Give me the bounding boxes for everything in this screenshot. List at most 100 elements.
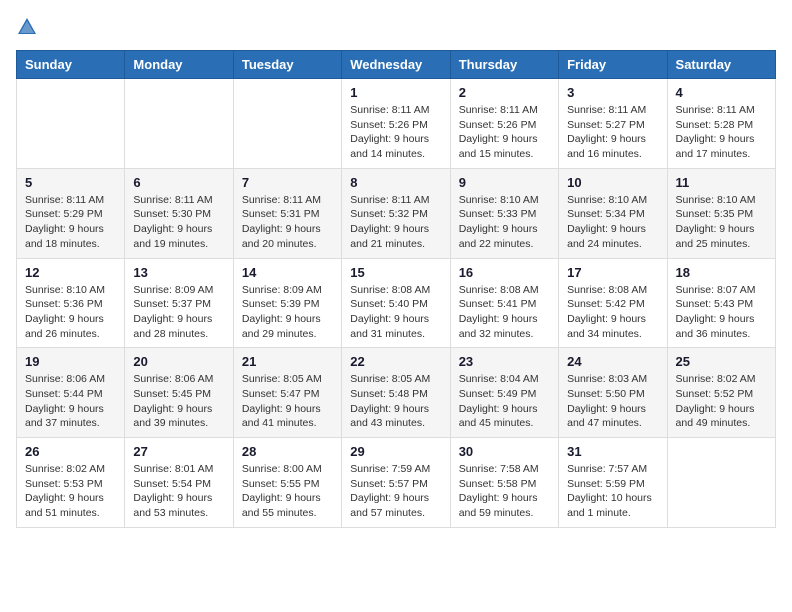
day-info: Sunrise: 8:11 AM Sunset: 5:29 PM Dayligh…	[25, 193, 116, 252]
day-number: 3	[567, 85, 658, 100]
calendar-table: SundayMondayTuesdayWednesdayThursdayFrid…	[16, 50, 776, 528]
calendar-cell: 3 Sunrise: 8:11 AM Sunset: 5:27 PM Daylig…	[559, 79, 667, 169]
day-number: 20	[133, 354, 224, 369]
day-number: 17	[567, 265, 658, 280]
calendar-cell: 10Sunrise: 8:10 AM Sunset: 5:34 PM Dayli…	[559, 168, 667, 258]
day-info: Sunrise: 8:09 AM Sunset: 5:37 PM Dayligh…	[133, 283, 224, 342]
day-number: 2	[459, 85, 550, 100]
day-info: Sunrise: 8:05 AM Sunset: 5:47 PM Dayligh…	[242, 372, 333, 431]
day-number: 22	[350, 354, 441, 369]
day-number: 1	[350, 85, 441, 100]
day-info: Sunrise: 8:08 AM Sunset: 5:41 PM Dayligh…	[459, 283, 550, 342]
calendar-cell: 29 Sunrise: 7:59 AM Sunset: 5:57 PM Dayli…	[342, 438, 450, 528]
calendar-week-row: 26 Sunrise: 8:02 AM Sunset: 5:53 PM Dayli…	[17, 438, 776, 528]
day-number: 18	[676, 265, 767, 280]
day-number: 31	[567, 444, 658, 459]
day-info: Sunrise: 8:08 AM Sunset: 5:42 PM Dayligh…	[567, 283, 658, 342]
day-info: Sunrise: 8:10 AM Sunset: 5:33 PM Dayligh…	[459, 193, 550, 252]
day-number: 23	[459, 354, 550, 369]
weekday-header: Friday	[559, 51, 667, 79]
weekday-header: Sunday	[17, 51, 125, 79]
day-info: Sunrise: 8:08 AM Sunset: 5:40 PM Dayligh…	[350, 283, 441, 342]
day-number: 21	[242, 354, 333, 369]
calendar-cell: 8 Sunrise: 8:11 AM Sunset: 5:32 PM Daylig…	[342, 168, 450, 258]
calendar-cell: 14Sunrise: 8:09 AM Sunset: 5:39 PM Dayli…	[233, 258, 341, 348]
day-number: 10	[567, 175, 658, 190]
day-info: Sunrise: 8:11 AM Sunset: 5:30 PM Dayligh…	[133, 193, 224, 252]
day-number: 12	[25, 265, 116, 280]
calendar-cell: 22 Sunrise: 8:05 AM Sunset: 5:48 PM Dayli…	[342, 348, 450, 438]
day-number: 15	[350, 265, 441, 280]
day-info: Sunrise: 8:11 AM Sunset: 5:32 PM Dayligh…	[350, 193, 441, 252]
day-number: 28	[242, 444, 333, 459]
day-info: Sunrise: 8:02 AM Sunset: 5:52 PM Dayligh…	[676, 372, 767, 431]
calendar-cell	[233, 79, 341, 169]
calendar-cell: 20 Sunrise: 8:06 AM Sunset: 5:45 PM Dayli…	[125, 348, 233, 438]
calendar-week-row: 1 Sunrise: 8:11 AM Sunset: 5:26 PM Daylig…	[17, 79, 776, 169]
day-info: Sunrise: 8:10 AM Sunset: 5:35 PM Dayligh…	[676, 193, 767, 252]
weekday-header: Tuesday	[233, 51, 341, 79]
day-info: Sunrise: 8:10 AM Sunset: 5:36 PM Dayligh…	[25, 283, 116, 342]
day-info: Sunrise: 8:00 AM Sunset: 5:55 PM Dayligh…	[242, 462, 333, 521]
calendar-week-row: 5 Sunrise: 8:11 AM Sunset: 5:29 PM Daylig…	[17, 168, 776, 258]
day-info: Sunrise: 8:04 AM Sunset: 5:49 PM Dayligh…	[459, 372, 550, 431]
calendar-cell	[125, 79, 233, 169]
day-number: 13	[133, 265, 224, 280]
day-number: 30	[459, 444, 550, 459]
day-number: 24	[567, 354, 658, 369]
day-number: 19	[25, 354, 116, 369]
calendar-cell: 15 Sunrise: 8:08 AM Sunset: 5:40 PM Dayli…	[342, 258, 450, 348]
weekday-header: Saturday	[667, 51, 775, 79]
calendar-cell: 21 Sunrise: 8:05 AM Sunset: 5:47 PM Dayli…	[233, 348, 341, 438]
day-info: Sunrise: 8:03 AM Sunset: 5:50 PM Dayligh…	[567, 372, 658, 431]
weekday-header: Wednesday	[342, 51, 450, 79]
day-number: 29	[350, 444, 441, 459]
day-info: Sunrise: 8:05 AM Sunset: 5:48 PM Dayligh…	[350, 372, 441, 431]
day-info: Sunrise: 7:58 AM Sunset: 5:58 PM Dayligh…	[459, 462, 550, 521]
calendar-cell: 12 Sunrise: 8:10 AM Sunset: 5:36 PM Dayli…	[17, 258, 125, 348]
calendar-cell: 11Sunrise: 8:10 AM Sunset: 5:35 PM Dayli…	[667, 168, 775, 258]
calendar-cell	[667, 438, 775, 528]
day-number: 27	[133, 444, 224, 459]
calendar-cell: 16Sunrise: 8:08 AM Sunset: 5:41 PM Dayli…	[450, 258, 558, 348]
day-number: 7	[242, 175, 333, 190]
calendar-cell: 23 Sunrise: 8:04 AM Sunset: 5:49 PM Dayli…	[450, 348, 558, 438]
calendar-cell: 5 Sunrise: 8:11 AM Sunset: 5:29 PM Daylig…	[17, 168, 125, 258]
day-info: Sunrise: 7:59 AM Sunset: 5:57 PM Dayligh…	[350, 462, 441, 521]
calendar-header-row: SundayMondayTuesdayWednesdayThursdayFrid…	[17, 51, 776, 79]
day-info: Sunrise: 8:11 AM Sunset: 5:26 PM Dayligh…	[459, 103, 550, 162]
day-number: 14	[242, 265, 333, 280]
day-info: Sunrise: 8:02 AM Sunset: 5:53 PM Dayligh…	[25, 462, 116, 521]
calendar-cell: 24 Sunrise: 8:03 AM Sunset: 5:50 PM Dayli…	[559, 348, 667, 438]
day-number: 26	[25, 444, 116, 459]
day-number: 6	[133, 175, 224, 190]
calendar-cell: 9 Sunrise: 8:10 AM Sunset: 5:33 PM Daylig…	[450, 168, 558, 258]
calendar-cell: 27Sunrise: 8:01 AM Sunset: 5:54 PM Dayli…	[125, 438, 233, 528]
calendar-cell: 13 Sunrise: 8:09 AM Sunset: 5:37 PM Dayli…	[125, 258, 233, 348]
page-header	[16, 16, 776, 38]
day-info: Sunrise: 8:06 AM Sunset: 5:44 PM Dayligh…	[25, 372, 116, 431]
day-info: Sunrise: 8:06 AM Sunset: 5:45 PM Dayligh…	[133, 372, 224, 431]
day-number: 5	[25, 175, 116, 190]
day-info: Sunrise: 8:11 AM Sunset: 5:27 PM Dayligh…	[567, 103, 658, 162]
calendar-cell: 1Sunrise: 8:11 AM Sunset: 5:26 PM Daylig…	[342, 79, 450, 169]
calendar-cell: 30 Sunrise: 7:58 AM Sunset: 5:58 PM Dayli…	[450, 438, 558, 528]
calendar-cell: 2 Sunrise: 8:11 AM Sunset: 5:26 PM Daylig…	[450, 79, 558, 169]
calendar-cell: 26 Sunrise: 8:02 AM Sunset: 5:53 PM Dayli…	[17, 438, 125, 528]
weekday-header: Monday	[125, 51, 233, 79]
day-info: Sunrise: 8:11 AM Sunset: 5:28 PM Dayligh…	[676, 103, 767, 162]
calendar-cell	[17, 79, 125, 169]
calendar-cell: 4 Sunrise: 8:11 AM Sunset: 5:28 PM Daylig…	[667, 79, 775, 169]
day-number: 8	[350, 175, 441, 190]
weekday-header: Thursday	[450, 51, 558, 79]
calendar-cell: 7 Sunrise: 8:11 AM Sunset: 5:31 PM Daylig…	[233, 168, 341, 258]
calendar-week-row: 19 Sunrise: 8:06 AM Sunset: 5:44 PM Dayli…	[17, 348, 776, 438]
calendar-cell: 31Sunrise: 7:57 AM Sunset: 5:59 PM Dayli…	[559, 438, 667, 528]
logo	[16, 16, 42, 38]
calendar-cell: 18Sunrise: 8:07 AM Sunset: 5:43 PM Dayli…	[667, 258, 775, 348]
calendar-cell: 19 Sunrise: 8:06 AM Sunset: 5:44 PM Dayli…	[17, 348, 125, 438]
day-info: Sunrise: 8:11 AM Sunset: 5:31 PM Dayligh…	[242, 193, 333, 252]
day-number: 25	[676, 354, 767, 369]
day-number: 9	[459, 175, 550, 190]
day-number: 4	[676, 85, 767, 100]
